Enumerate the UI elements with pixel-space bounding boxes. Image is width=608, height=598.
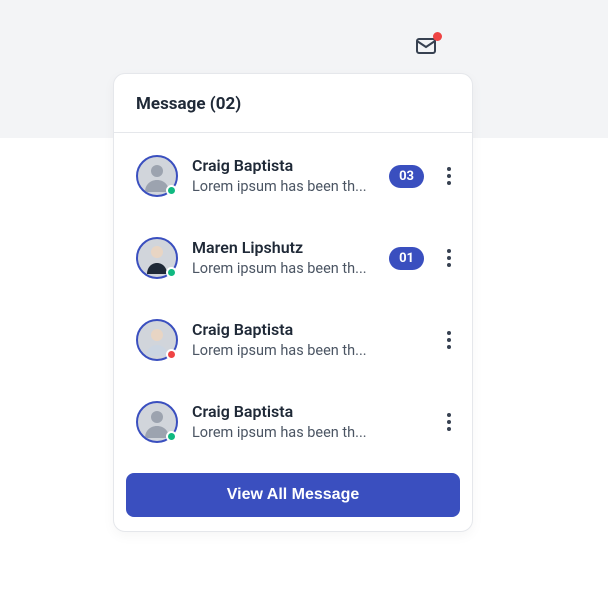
panel-footer: View All Message: [114, 459, 472, 531]
unread-badge: 01: [389, 247, 424, 270]
panel-title: Message (02): [136, 94, 450, 114]
message-text: Craig Baptista Lorem ipsum has been th..…: [192, 402, 424, 443]
more-options-button[interactable]: [438, 162, 460, 190]
message-row[interactable]: Craig Baptista Lorem ipsum has been th..…: [136, 297, 464, 379]
message-preview: Lorem ipsum has been th...: [192, 341, 424, 361]
panel-header: Message (02): [114, 74, 472, 133]
avatar: [136, 401, 178, 443]
unread-badge: 03: [389, 165, 424, 188]
status-indicator: [166, 185, 177, 196]
message-row[interactable]: Craig Baptista Lorem ipsum has been th..…: [136, 379, 464, 459]
message-text: Craig Baptista Lorem ipsum has been th..…: [192, 156, 375, 197]
sender-name: Craig Baptista: [192, 156, 375, 175]
avatar: [136, 319, 178, 361]
sender-name: Craig Baptista: [192, 402, 424, 421]
message-row[interactable]: Craig Baptista Lorem ipsum has been th..…: [136, 133, 464, 215]
status-indicator: [166, 267, 177, 278]
more-vertical-icon: [447, 249, 451, 267]
more-options-button[interactable]: [438, 408, 460, 436]
sender-name: Maren Lipshutz: [192, 238, 375, 257]
more-vertical-icon: [447, 331, 451, 349]
more-options-button[interactable]: [438, 326, 460, 354]
status-indicator: [166, 349, 177, 360]
message-preview: Lorem ipsum has been th...: [192, 259, 375, 279]
more-options-button[interactable]: [438, 244, 460, 272]
sender-name: Craig Baptista: [192, 320, 424, 339]
avatar: [136, 155, 178, 197]
mail-icon-button[interactable]: [414, 34, 440, 60]
status-indicator: [166, 431, 177, 442]
message-preview: Lorem ipsum has been th...: [192, 423, 424, 443]
message-preview: Lorem ipsum has been th...: [192, 177, 375, 197]
message-text: Maren Lipshutz Lorem ipsum has been th..…: [192, 238, 375, 279]
messages-list[interactable]: Craig Baptista Lorem ipsum has been th..…: [114, 133, 472, 459]
more-vertical-icon: [447, 167, 451, 185]
messages-panel: Message (02) Craig Baptista Lorem ipsum …: [113, 73, 473, 532]
message-row[interactable]: Maren Lipshutz Lorem ipsum has been th..…: [136, 215, 464, 297]
message-text: Craig Baptista Lorem ipsum has been th..…: [192, 320, 424, 361]
more-vertical-icon: [447, 413, 451, 431]
avatar: [136, 237, 178, 279]
view-all-button[interactable]: View All Message: [126, 473, 460, 517]
notification-dot: [433, 32, 442, 41]
